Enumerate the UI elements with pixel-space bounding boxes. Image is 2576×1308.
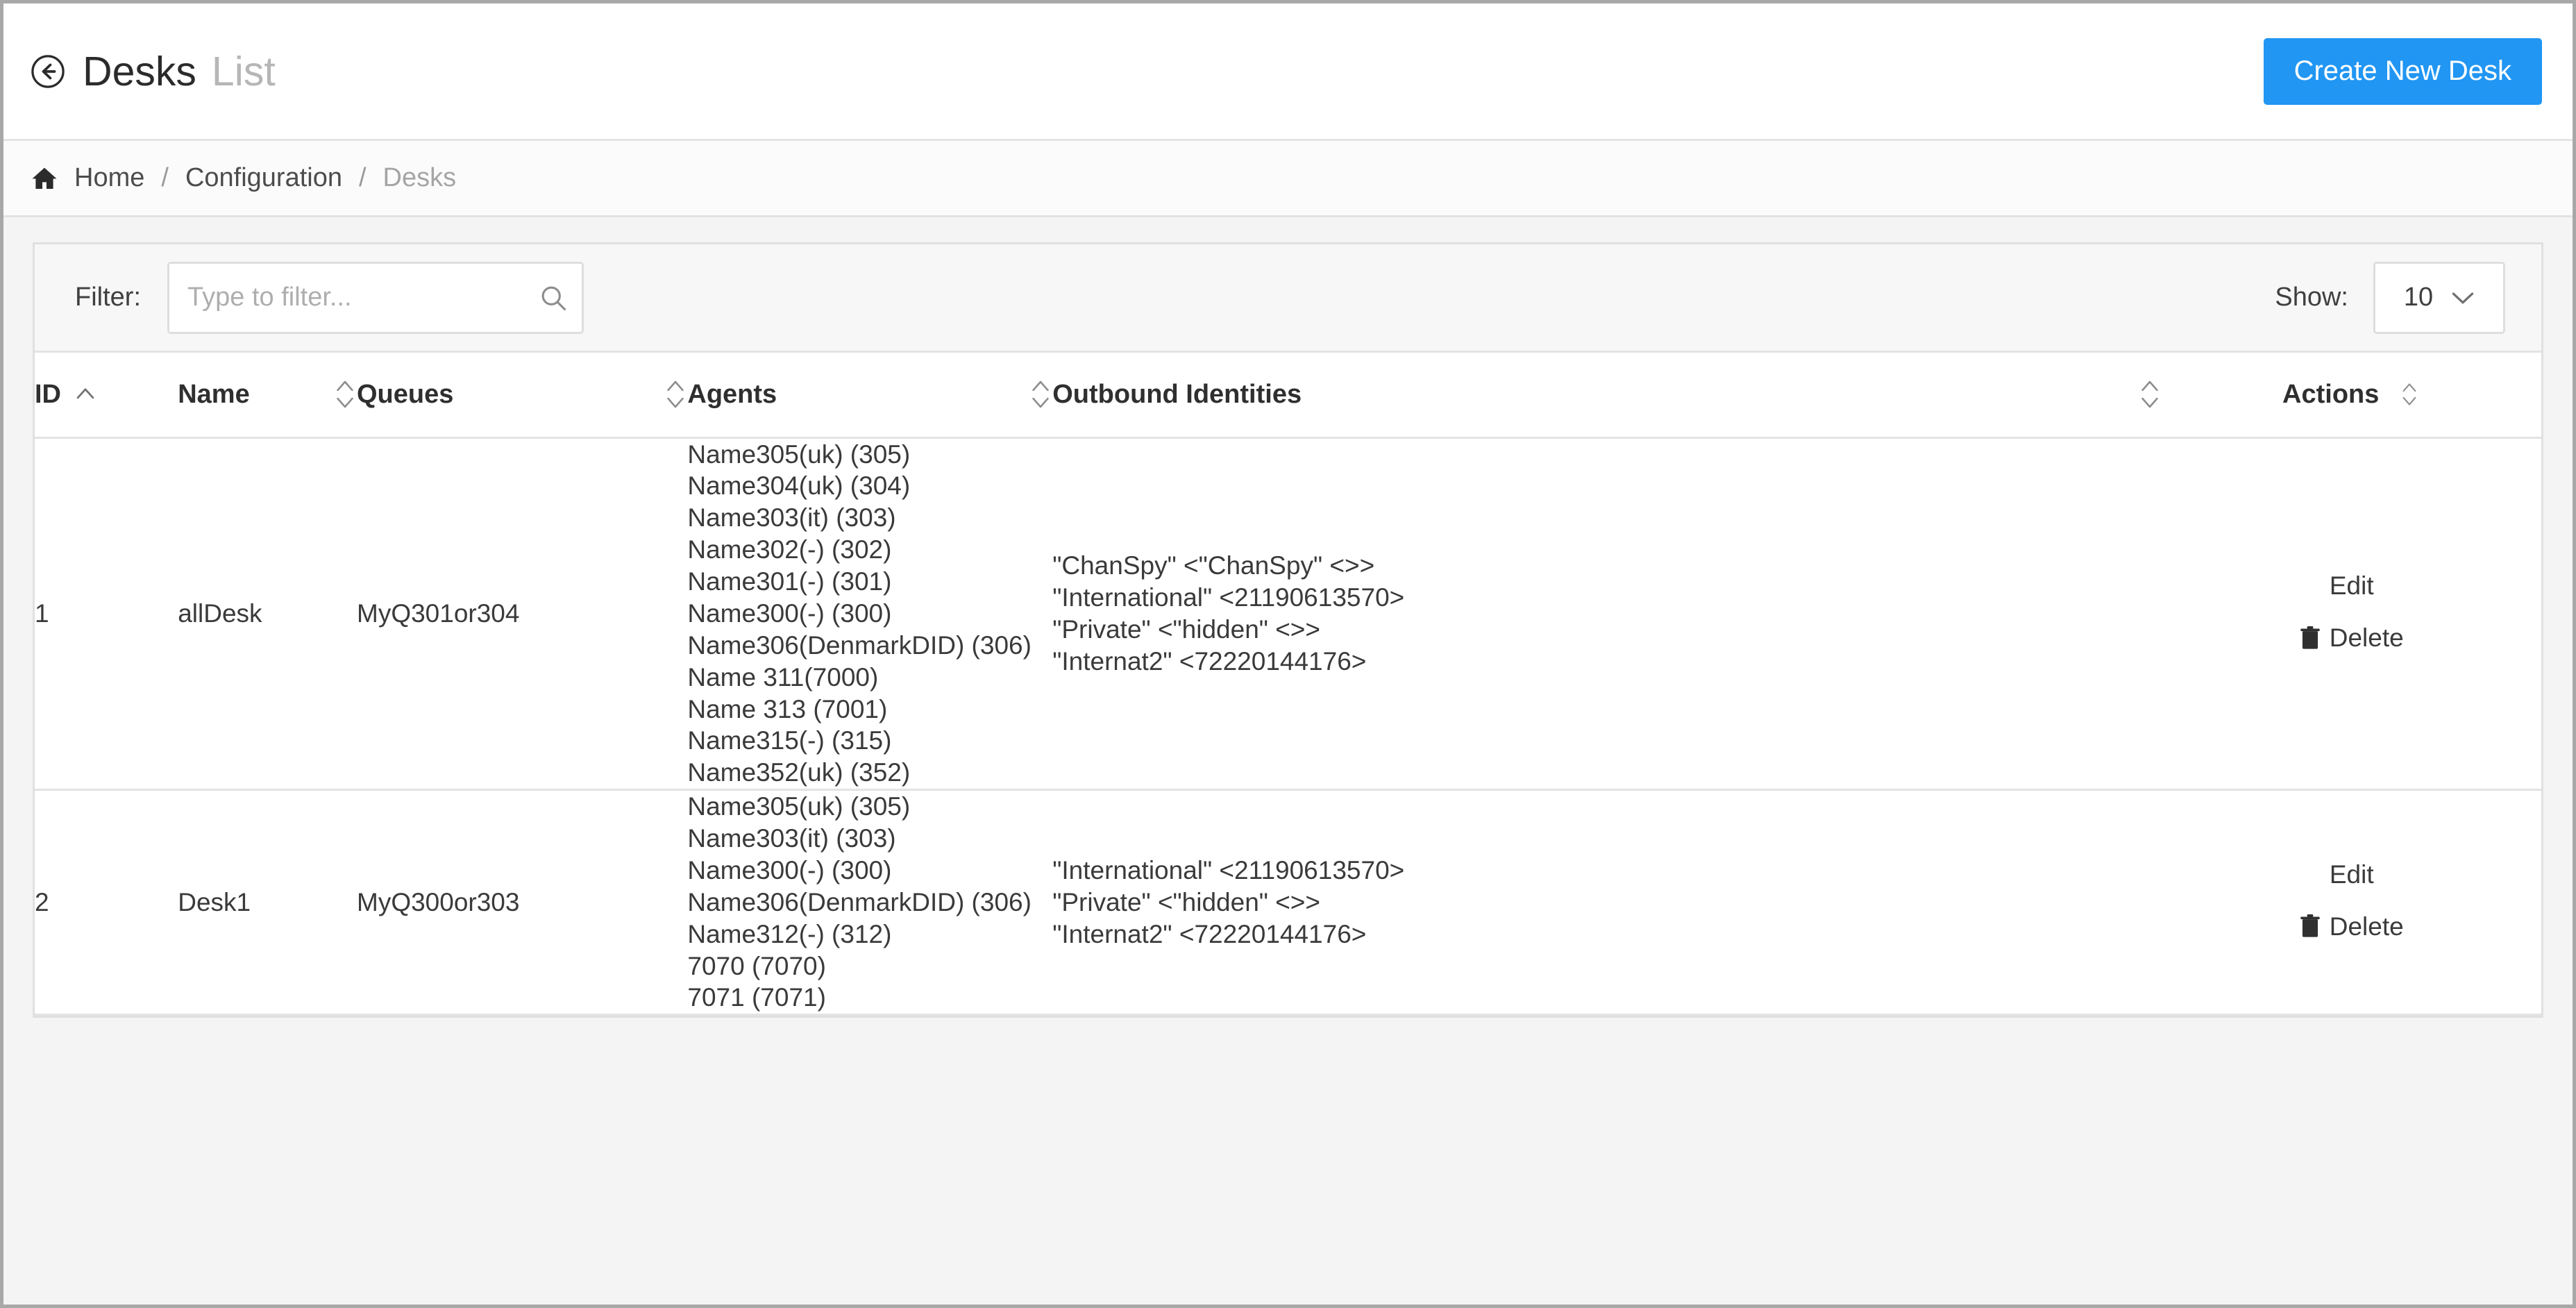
column-header-name[interactable]: Name xyxy=(178,353,357,439)
back-arrow-icon[interactable] xyxy=(30,53,66,90)
outbound-identity-entry: "Private" <"hidden" <>> xyxy=(1052,614,1321,644)
column-header-actions[interactable]: Actions xyxy=(2162,353,2541,439)
cell-id: 2 xyxy=(35,789,178,1016)
agent-entry: Name352(uk) (352) xyxy=(687,758,911,787)
filter-label: Filter: xyxy=(75,283,141,312)
delete-label: Delete xyxy=(2329,912,2404,941)
column-header-id-label: ID xyxy=(35,379,61,409)
agent-entry: Name 311(7000) xyxy=(687,662,879,691)
trash-icon xyxy=(2300,914,2320,938)
table-row: 2 Desk1 MyQ300or303 Name305(uk) (305) Name30… xyxy=(35,789,2541,1016)
column-header-outbound-identities-label: Outbound Identities xyxy=(1052,379,1302,409)
breadcrumb: Home / Configuration / Desks xyxy=(3,141,2573,217)
breadcrumb-separator-1: / xyxy=(161,163,169,192)
agent-entry: Name304(uk) (304) xyxy=(687,471,911,501)
chevron-down-icon xyxy=(2452,292,2474,303)
agent-entry: Name306(DenmarkDID) (306) xyxy=(687,630,1032,660)
agent-entry: Name300(-) (300) xyxy=(687,855,892,884)
page-subtitle: List xyxy=(211,48,276,94)
agent-entry: Name300(-) (300) xyxy=(687,598,892,628)
outbound-identity-entry: "ChanSpy" <"ChanSpy" <>> xyxy=(1052,551,1375,580)
outbound-identity-entry: "International" <21190613570> xyxy=(1052,582,1405,612)
agent-entry: Name305(uk) (305) xyxy=(687,792,911,821)
create-new-desk-button[interactable]: Create New Desk xyxy=(2263,37,2542,105)
agent-entry: Name303(it) (303) xyxy=(687,503,896,533)
agent-entry: Name303(it) (303) xyxy=(687,824,896,853)
agent-entry: Name 313 (7001) xyxy=(687,694,888,723)
outbound-identity-entry: "Internat2" <72220144176> xyxy=(1052,919,1367,948)
agent-entry: Name302(-) (302) xyxy=(687,535,892,564)
app-viewport: Desks List Create New Desk Home / Config… xyxy=(3,3,2573,1305)
page-header: Desks List Create New Desk xyxy=(3,3,2573,141)
table-body: 1 allDesk MyQ301or304 Name305(uk) (305) Name… xyxy=(35,437,2541,1016)
delete-button[interactable]: Delete xyxy=(2300,625,2404,651)
agent-entry: Name305(uk) (305) xyxy=(687,439,911,469)
breadcrumb-separator-2: / xyxy=(358,163,367,192)
cell-outbound-identities: "ChanSpy" <"ChanSpy" <>> "International" … xyxy=(1052,437,2162,791)
delete-button[interactable]: Delete xyxy=(2300,914,2404,939)
cell-agents: Name305(uk) (305) Name303(it) (303) Name30… xyxy=(687,789,1053,1016)
breadcrumb-configuration[interactable]: Configuration xyxy=(185,163,342,193)
outbound-identity-entry: "Internat2" <72220144176> xyxy=(1052,646,1367,676)
sort-toggle-icon[interactable] xyxy=(1029,376,1052,412)
agent-entry: Name306(DenmarkDID) (306) xyxy=(687,887,1032,916)
agent-entry: Name315(-) (315) xyxy=(687,726,892,755)
sort-toggle-icon[interactable] xyxy=(2138,376,2162,412)
outbound-identity-entry: "Private" <"hidden" <>> xyxy=(1052,887,1321,916)
cell-queues: MyQ301or304 xyxy=(357,437,688,791)
desks-card: Filter: Show: 10 xyxy=(33,242,2543,1018)
agent-entry: 7070 (7070) xyxy=(687,951,826,980)
column-header-agents-label: Agents xyxy=(687,379,777,409)
agent-entry: Name312(-) (312) xyxy=(687,919,892,948)
table-row: 1 allDesk MyQ301or304 Name305(uk) (305) Name… xyxy=(35,437,2541,791)
agent-entry: Name301(-) (301) xyxy=(687,567,892,596)
desks-table: ID Name Queues Agents Outbound Identitie… xyxy=(35,353,2541,1016)
column-header-id[interactable]: ID xyxy=(35,353,178,439)
table-head: ID Name Queues Agents Outbound Identitie… xyxy=(35,353,2541,439)
cell-agents: Name305(uk) (305) Name304(uk) (304) Name30… xyxy=(687,437,1053,791)
home-icon[interactable] xyxy=(30,164,59,193)
sort-toggle-icon[interactable] xyxy=(664,376,687,412)
column-header-name-label: Name xyxy=(178,379,250,409)
agent-entry: 7071 (7071) xyxy=(687,983,826,1012)
content-area: Filter: Show: 10 xyxy=(3,217,2573,1305)
cell-actions: Edit Delete xyxy=(2162,437,2541,791)
table-header-row: ID Name Queues Agents Outbound Identitie… xyxy=(35,353,2541,439)
column-header-queues-label: Queues xyxy=(357,379,454,409)
sort-ascending-icon[interactable] xyxy=(75,383,96,406)
cell-name: allDesk xyxy=(178,437,357,791)
cell-name: Desk1 xyxy=(178,789,357,1016)
column-header-agents[interactable]: Agents xyxy=(687,353,1053,439)
filter-input-wrapper xyxy=(167,261,584,334)
page-size-value: 10 xyxy=(2403,283,2434,312)
show-label: Show: xyxy=(2275,283,2348,312)
app-window: Desks List Create New Desk Home / Config… xyxy=(0,0,2576,1308)
trash-icon xyxy=(2300,626,2320,649)
column-header-queues[interactable]: Queues xyxy=(357,353,688,439)
delete-label: Delete xyxy=(2329,623,2404,653)
cell-queues: MyQ300or303 xyxy=(357,789,688,1016)
breadcrumb-current-desks: Desks xyxy=(382,163,457,192)
edit-button[interactable]: Edit xyxy=(2162,573,2541,598)
cell-actions: Edit Delete xyxy=(2162,789,2541,1016)
sort-toggle-icon[interactable] xyxy=(333,376,357,412)
breadcrumb-home[interactable]: Home xyxy=(74,163,144,193)
column-header-outbound-identities[interactable]: Outbound Identities xyxy=(1052,353,2162,439)
edit-button[interactable]: Edit xyxy=(2162,862,2541,887)
table-toolbar: Filter: Show: 10 xyxy=(35,244,2541,353)
column-header-actions-label: Actions xyxy=(2282,379,2380,409)
cell-id: 1 xyxy=(35,437,178,791)
page-title: Desks xyxy=(83,48,196,94)
cell-outbound-identities: "International" <21190613570> "Private" <… xyxy=(1052,789,2162,1016)
sort-toggle-icon[interactable] xyxy=(2398,380,2421,409)
filter-input[interactable] xyxy=(167,261,584,334)
outbound-identity-entry: "International" <21190613570> xyxy=(1052,855,1405,884)
page-size-select[interactable]: 10 xyxy=(2373,261,2505,334)
